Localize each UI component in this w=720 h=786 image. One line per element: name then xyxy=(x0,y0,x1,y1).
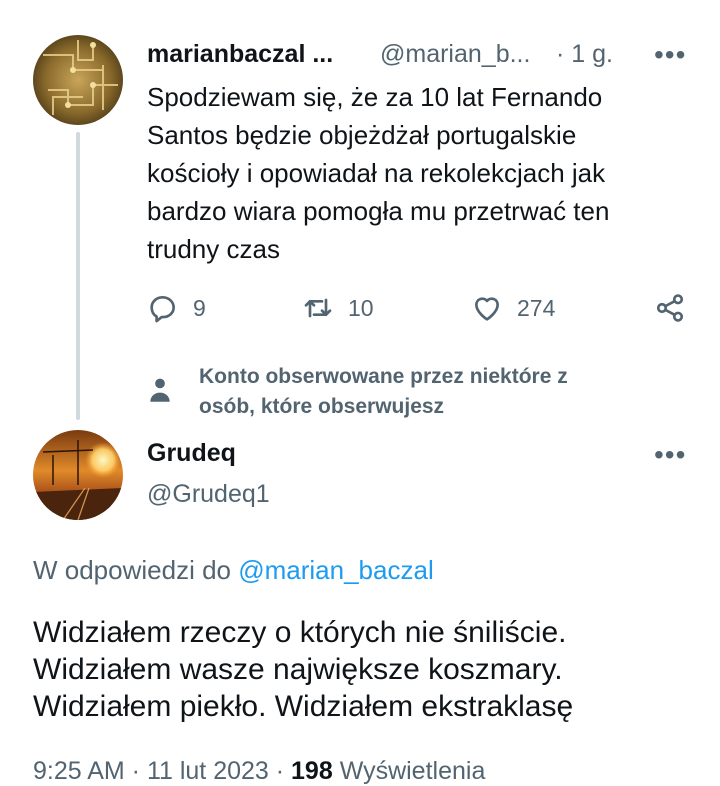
avatar-grudeq[interactable] xyxy=(33,430,123,520)
views-count: 198 xyxy=(291,757,333,785)
parent-tweet-text: Spodziewam się, że za 10 lat Fernando Sa… xyxy=(147,78,692,268)
like-count: 274 xyxy=(517,294,556,321)
text-line: Widziałem rzeczy o których nie śniliście… xyxy=(33,616,567,649)
reply-count: 9 xyxy=(193,294,206,321)
more-icon[interactable]: ••• xyxy=(654,441,686,469)
text-line: trudny czas xyxy=(147,234,280,264)
text-line: Spodziewam się, że za 10 lat Fernando xyxy=(147,82,603,112)
retweet-button[interactable]: 10 xyxy=(302,292,374,324)
tweet-timestamp[interactable]: 9:25 AM · 11 lut 2023 · xyxy=(33,757,291,785)
main-handle[interactable]: @Grudeq1 xyxy=(147,480,270,509)
text-line: Santos będzie objeżdżał portugalskie xyxy=(147,120,577,150)
views-label: Wyświetlenia xyxy=(332,757,486,785)
text-line: kościoły i opowiadał na rekolekcjach jak xyxy=(147,158,606,188)
share-button[interactable] xyxy=(654,292,686,324)
like-button[interactable]: 274 xyxy=(471,292,555,324)
reply-to-context: W odpowiedzi do @marian_baczal xyxy=(33,555,434,586)
main-display-name[interactable]: Grudeq xyxy=(147,439,236,468)
avatar-marianbaczal[interactable] xyxy=(33,35,123,125)
reply-to-prefix: W odpowiedzi do xyxy=(33,555,239,585)
reply-button[interactable]: 9 xyxy=(147,292,206,324)
thread-line xyxy=(76,132,80,420)
social-context: Konto obserwowane przez niektóre z osób,… xyxy=(199,362,669,422)
retweet-icon xyxy=(304,298,332,318)
person-icon xyxy=(147,377,173,410)
parent-handle[interactable]: @marian_b... xyxy=(380,40,530,69)
text-line: Widziałem piekło. Widziałem ekstraklasę xyxy=(33,690,574,723)
social-context-line: osób, które obserwujesz xyxy=(199,395,445,418)
retweet-count: 10 xyxy=(348,294,374,321)
parent-time[interactable]: · 1 g. xyxy=(556,40,613,69)
text-line: Widziałem wasze największe koszmary. xyxy=(33,653,563,686)
share-icon xyxy=(656,294,684,322)
reply-to-link[interactable]: @marian_baczal xyxy=(238,555,433,585)
more-icon[interactable]: ••• xyxy=(654,41,686,69)
reply-icon xyxy=(150,296,175,323)
parent-display-name[interactable]: marianbaczal ... xyxy=(147,40,333,69)
social-context-line: Konto obserwowane przez niektóre z xyxy=(199,365,568,388)
tweet-meta: 9:25 AM · 11 lut 2023 · 198 Wyświetlenia xyxy=(33,757,485,786)
main-tweet-text: Widziałem rzeczy o których nie śniliście… xyxy=(33,614,693,725)
like-icon xyxy=(475,297,499,321)
text-line: bardzo wiara pomogła mu przetrwać ten xyxy=(147,196,610,226)
